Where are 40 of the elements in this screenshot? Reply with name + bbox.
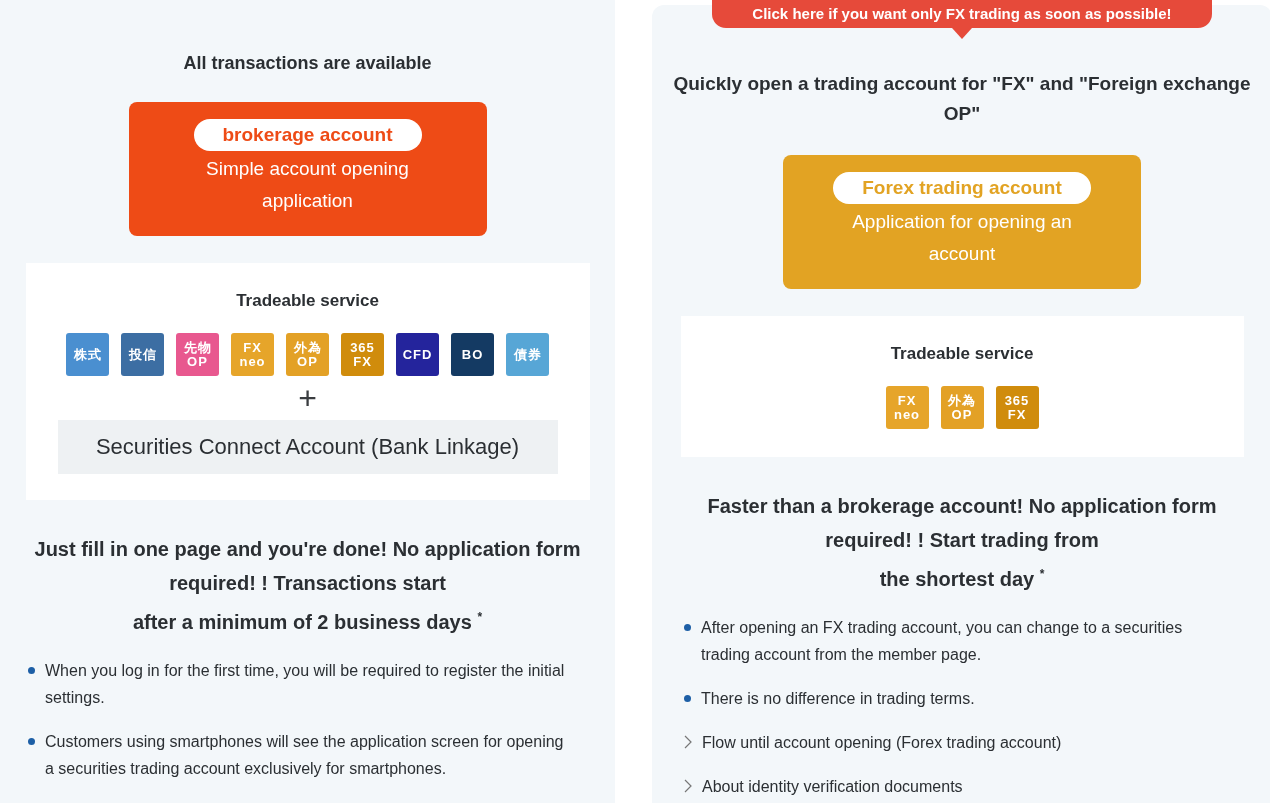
service-badge: 365 FX	[341, 333, 384, 376]
note-text: When you log in for the first time, you will be required to register the initial settings.	[45, 660, 565, 708]
service-badge: 外為 OP	[940, 386, 984, 429]
card-heading: Faster than a brokerage account! No application form required! ! Start trading from the shortest day $^{*}$	[706, 494, 1218, 592]
note-text: Customers using smartphones will see the application screen for opening a securities trading account exclusively for smartphones.	[45, 731, 565, 779]
info-link[interactable]: About identity verification documents	[702, 772, 963, 800]
bullet-icon	[684, 694, 691, 702]
plus-sign: +	[298, 382, 317, 414]
note-text: After opening an FX trading account, you can change to a securities trading account from the member page.	[701, 617, 1184, 665]
service-badge: CFD	[396, 333, 439, 376]
service-badge: 債券	[506, 333, 549, 376]
info-link[interactable]: Flow until account opening (Forex trading account)	[702, 728, 1062, 756]
bank-linkage-label: Securities Connect Account (Bank Linkage)	[57, 420, 558, 474]
account-description: Simple account opening application	[205, 157, 410, 213]
fx-only-banner[interactable]: Click here if you want only FX trading as soon as possible!	[712, 0, 1212, 28]
services-title: Tradeable service	[890, 344, 1034, 364]
bullet-icon	[28, 666, 35, 674]
bullet-icon	[28, 737, 35, 745]
chevron-icon	[684, 734, 692, 749]
services-title: Tradeable service	[236, 291, 379, 311]
service-badge: 株式	[66, 333, 109, 376]
service-badge: 先物 OP	[176, 333, 219, 376]
service-badge: FX neo	[885, 386, 929, 429]
note-text: There is no difference in trading terms.	[701, 688, 975, 709]
service-badge: 365 FX	[995, 386, 1039, 429]
card-heading: Just fill in one page and you're done! No application form required! ! Transactions start after a minimum of 2 business days $^{*}$	[33, 537, 582, 635]
account-type-label: brokerage account	[193, 119, 422, 151]
service-badge: FX neo	[231, 333, 274, 376]
account-application-button[interactable]: Forex trading account Application for opening an account	[783, 155, 1141, 289]
service-badge: BO	[451, 333, 494, 376]
account-description: Application for opening an account	[851, 210, 1073, 266]
bullet-icon	[684, 623, 691, 631]
service-badge: 投信	[121, 333, 164, 376]
banner-pointer-icon	[952, 28, 972, 39]
card-intro: Quickly open a trading account for "FX" and "Foreign exchange OP"	[672, 72, 1252, 126]
account-application-button[interactable]: brokerage account Simple account opening application	[128, 102, 487, 236]
card-intro: All transactions are available	[183, 52, 432, 75]
account-type-label: Forex trading account	[833, 172, 1091, 204]
chevron-icon	[684, 778, 692, 793]
service-badge: 外為 OP	[286, 333, 329, 376]
